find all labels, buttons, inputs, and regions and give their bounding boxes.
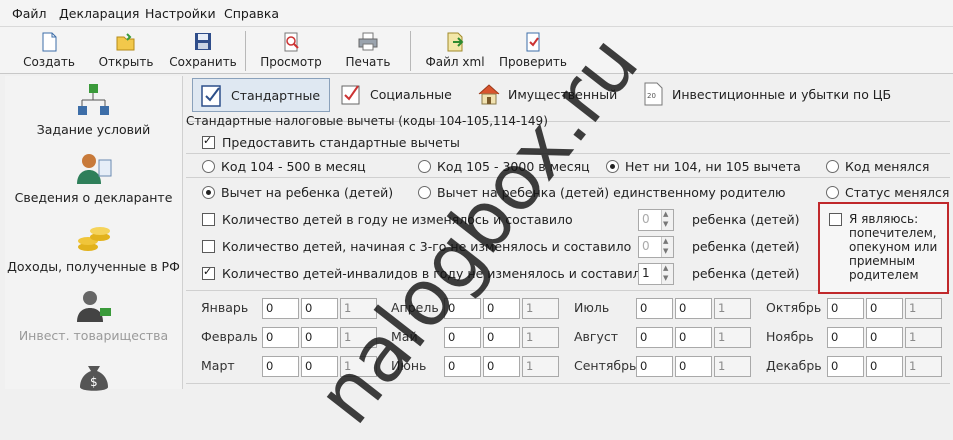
radio-child-deduction[interactable]: Вычет на ребенка (детей): [202, 185, 393, 200]
coins-icon: [77, 227, 110, 251]
checkbox-box: [202, 134, 215, 149]
month-input[interactable]: 0: [866, 327, 903, 348]
month-label: Март: [201, 358, 235, 373]
month-input[interactable]: 1: [522, 356, 559, 377]
children-third-spinner[interactable]: 0: [638, 236, 674, 258]
svg-text:20: 20: [647, 92, 656, 100]
group-title: Стандартные налоговые вычеты (коды 104-1…: [186, 114, 548, 128]
standard-checklist-icon: [201, 85, 221, 107]
new-document-icon: [42, 32, 57, 52]
open-folder-icon: [116, 33, 135, 51]
month-input[interactable]: 0: [827, 327, 864, 348]
children-count-spinner[interactable]: 0: [638, 209, 674, 231]
conditions-tree-icon: [77, 84, 109, 115]
save-disk-icon: [195, 33, 211, 50]
month-input[interactable]: 0: [675, 298, 712, 319]
month-input[interactable]: 1: [714, 298, 751, 319]
sidebar: Задание условий Сведения о декларанте До…: [5, 76, 183, 391]
guardian-checkbox[interactable]: Я являюсь: попечителем, опекуном или при…: [829, 212, 939, 282]
menu-help[interactable]: Справка: [224, 6, 279, 21]
month-input[interactable]: 1: [522, 327, 559, 348]
month-input[interactable]: 0: [483, 327, 520, 348]
month-label: Июль: [574, 300, 610, 315]
month-input[interactable]: 1: [522, 298, 559, 319]
investor-icon: [76, 291, 111, 322]
month-input[interactable]: 0: [301, 298, 338, 319]
month-label: Октябрь: [766, 300, 822, 315]
radio-no-104-105[interactable]: Нет ни 104, ни 105 вычета: [606, 159, 801, 174]
month-input[interactable]: 0: [262, 327, 299, 348]
month-input[interactable]: 0: [444, 356, 481, 377]
toolbar-separator: [410, 31, 411, 71]
radio-code-104[interactable]: Код 104 - 500 в месяц: [202, 159, 366, 174]
month-input[interactable]: 1: [714, 356, 751, 377]
tab-social[interactable]: Социальные: [338, 78, 452, 110]
month-input[interactable]: 0: [866, 298, 903, 319]
open-button[interactable]: Открыть: [95, 30, 157, 72]
house-icon: [478, 84, 500, 105]
printer-icon: [358, 32, 378, 51]
sidebar-item-investment-partnership[interactable]: Инвест. товарищества: [5, 288, 182, 343]
month-label: Декабрь: [766, 358, 822, 373]
children-unit-label: ребенка (детей): [692, 239, 800, 254]
xml-file-button[interactable]: Файл xml: [422, 30, 488, 72]
sidebar-item-declarant[interactable]: Сведения о декларанте: [5, 150, 182, 205]
month-label: Август: [574, 329, 619, 344]
month-input[interactable]: 1: [905, 356, 942, 377]
radio-status-changed[interactable]: Статус менялся: [826, 185, 949, 200]
month-input[interactable]: 0: [262, 298, 299, 319]
menu-bar: Файл Декларация Настройки Справка: [0, 0, 953, 27]
preview-button[interactable]: Просмотр: [256, 30, 326, 72]
month-input[interactable]: 0: [675, 327, 712, 348]
sidebar-item-income[interactable]: Доходы, полученные в РФ: [5, 219, 182, 274]
guardian-highlight-box: Я являюсь: попечителем, опекуном или при…: [818, 202, 949, 294]
month-label: Январь: [201, 300, 249, 315]
menu-file[interactable]: Файл: [12, 6, 47, 21]
month-input[interactable]: 0: [262, 356, 299, 377]
save-button[interactable]: Сохранить: [168, 30, 238, 72]
print-button[interactable]: Печать: [338, 30, 398, 72]
radio-code-changed[interactable]: Код менялся: [826, 159, 929, 174]
month-input[interactable]: 0: [827, 356, 864, 377]
children-unit-label: ребенка (детей): [692, 212, 800, 227]
toolbar: Создать Открыть Сохранить Просмотр Печат…: [0, 27, 953, 74]
month-label: Февраль: [201, 329, 258, 344]
sidebar-item-conditions[interactable]: Задание условий: [5, 82, 182, 137]
month-input[interactable]: 0: [483, 356, 520, 377]
disabled-children-spinner[interactable]: 1: [638, 263, 674, 285]
month-label: Сентябрь: [574, 358, 637, 373]
month-input[interactable]: 1: [905, 298, 942, 319]
toolbar-separator: [245, 31, 246, 71]
provide-standard-checkbox[interactable]: Предоставить стандартные вычеты: [202, 134, 460, 150]
month-label: Ноябрь: [766, 329, 814, 344]
month-input[interactable]: 0: [675, 356, 712, 377]
month-input[interactable]: 0: [827, 298, 864, 319]
declarant-person-icon: [76, 154, 111, 184]
month-input[interactable]: 0: [866, 356, 903, 377]
create-button[interactable]: Создать: [18, 30, 80, 72]
social-check-icon: [341, 85, 360, 105]
month-input[interactable]: 0: [636, 356, 673, 377]
menu-declaration[interactable]: Декларация: [59, 6, 139, 21]
month-input[interactable]: 1: [714, 327, 751, 348]
check-document-icon: [526, 32, 540, 52]
preview-icon: [284, 32, 299, 52]
tab-standard[interactable]: Стандартные: [192, 78, 330, 112]
menu-settings[interactable]: Настройки: [145, 6, 216, 21]
month-input[interactable]: 0: [636, 327, 673, 348]
month-input[interactable]: 0: [483, 298, 520, 319]
svg-text:$: $: [90, 375, 98, 389]
xml-export-icon: [447, 32, 464, 52]
month-input[interactable]: 1: [905, 327, 942, 348]
children-unit-label: ребенка (детей): [692, 266, 800, 281]
month-input[interactable]: 0: [636, 298, 673, 319]
tab-investment[interactable]: 20 Инвестиционные и убытки по ЦБ: [640, 78, 891, 110]
